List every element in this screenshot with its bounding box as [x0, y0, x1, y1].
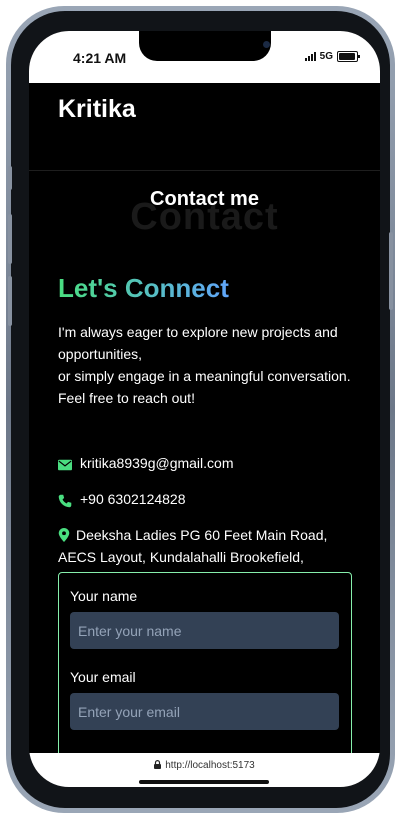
status-indicators: 5G	[304, 51, 360, 62]
email-input[interactable]	[70, 693, 339, 730]
section-title: Contact me	[150, 188, 259, 210]
name-input[interactable]	[70, 612, 339, 649]
phone-text[interactable]: +90 6302124828	[80, 491, 186, 507]
contact-form: Your name Your email	[58, 572, 352, 774]
brand-logo-text[interactable]: Kritika	[58, 95, 136, 124]
side-button-volume-down	[8, 276, 12, 326]
side-button-power	[389, 232, 393, 310]
side-button-mute	[8, 166, 12, 190]
email-row[interactable]: kritika8939g@gmail.com	[58, 455, 234, 472]
battery-icon	[337, 51, 360, 62]
intro-text: I'm always eager to explore new projects…	[58, 321, 358, 409]
lock-icon	[154, 760, 162, 769]
page-content: Kritika Contact Contact me Let's Connect…	[29, 83, 380, 774]
name-label: Your name	[70, 588, 138, 604]
url-display[interactable]: http://localhost:5173	[29, 760, 380, 771]
network-label: 5G	[319, 51, 333, 62]
browser-url-bar[interactable]: http://localhost:5173	[29, 753, 380, 787]
phone-icon	[58, 494, 72, 508]
home-indicator[interactable]	[139, 780, 269, 784]
intro-line-2: or simply engage in a meaningful convers…	[58, 368, 351, 406]
signal-icon	[304, 52, 316, 61]
connect-heading: Let's Connect	[58, 273, 229, 303]
phone-row[interactable]: +90 6302124828	[58, 491, 186, 508]
phone-screen: 4:21 AM 5G Kritika Contact Contact me Le…	[29, 31, 380, 787]
envelope-icon	[58, 459, 72, 471]
notch	[139, 31, 271, 61]
header-divider	[29, 170, 380, 171]
email-label: Your email	[70, 669, 136, 685]
status-bar: 4:21 AM 5G	[29, 31, 380, 83]
intro-line-1: I'm always eager to explore new projects…	[58, 324, 338, 362]
url-text: http://localhost:5173	[165, 760, 255, 771]
camera-icon	[263, 41, 270, 48]
status-time: 4:21 AM	[73, 50, 127, 66]
location-pin-icon	[58, 528, 70, 542]
side-button-volume-up	[8, 214, 12, 264]
email-text[interactable]: kritika8939g@gmail.com	[80, 455, 234, 471]
